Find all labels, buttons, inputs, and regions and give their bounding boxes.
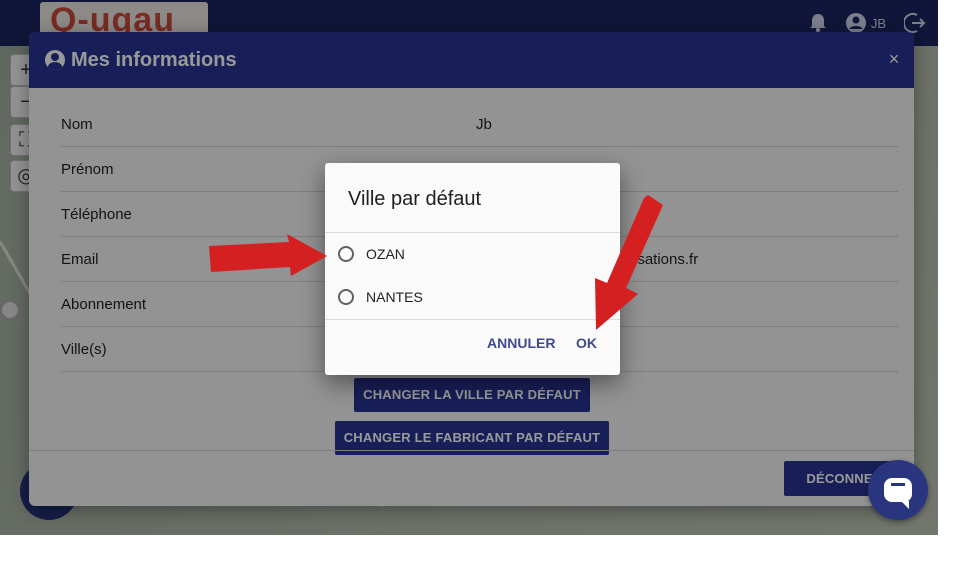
radio-button[interactable]	[338, 289, 354, 305]
dialog-divider	[325, 319, 620, 320]
radio-button[interactable]	[338, 246, 354, 262]
chat-icon	[884, 478, 912, 509]
app-screen: Q-uqau JB + − ⛶ ◎ Mes informations × Nom…	[0, 0, 938, 535]
radio-label: NANTES	[366, 289, 423, 305]
city-option-ozan[interactable]: OZAN	[337, 237, 607, 271]
red-arrow-down-icon	[595, 195, 663, 330]
red-arrow-right-icon	[209, 234, 327, 276]
radio-label: OZAN	[366, 246, 405, 262]
default-city-dialog: Ville par défaut OZAN NANTES ANNULER OK	[325, 163, 620, 375]
cancel-button[interactable]: ANNULER	[487, 335, 555, 351]
ok-button[interactable]: OK	[576, 335, 597, 351]
dialog-divider	[325, 232, 620, 233]
dialog-title: Ville par défaut	[348, 188, 482, 210]
city-option-nantes[interactable]: NANTES	[337, 280, 607, 314]
chat-button[interactable]	[868, 460, 928, 520]
